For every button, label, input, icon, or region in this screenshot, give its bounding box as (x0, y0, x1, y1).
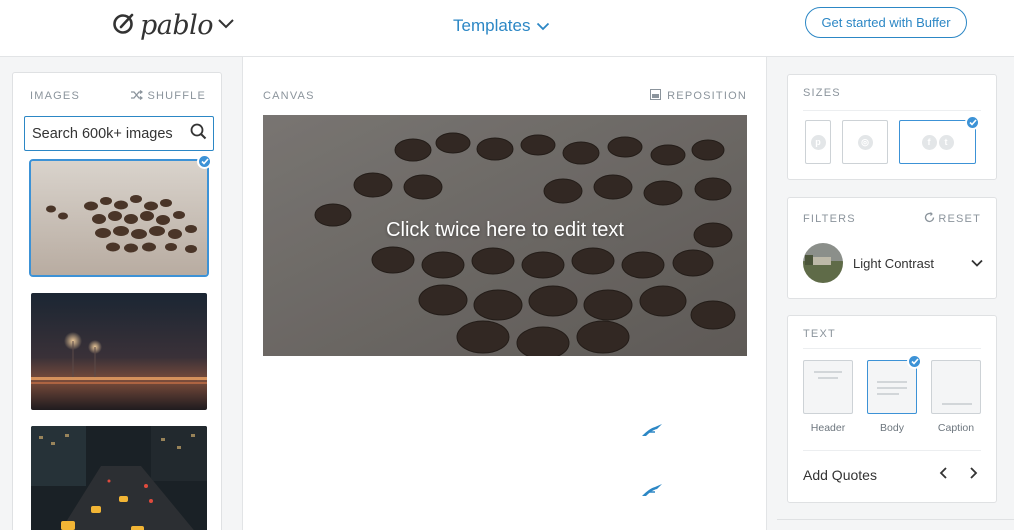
text-style-header[interactable] (803, 360, 853, 414)
canvas-panel: CANVAS REPOSITION Click twice here to ed… (242, 57, 767, 530)
selected-check-icon (965, 115, 980, 130)
bottom-divider (777, 519, 1014, 520)
image-thumbnail-city-traffic[interactable] (31, 426, 207, 530)
text-style-body[interactable] (867, 360, 917, 414)
divider (803, 450, 981, 451)
text-title: TEXT (803, 328, 836, 340)
pablo-logo-icon (112, 11, 136, 40)
size-option-facebook-twitter[interactable]: f t (899, 120, 976, 164)
pinterest-icon: p (810, 134, 826, 150)
divider (803, 348, 981, 349)
body-line (877, 387, 907, 389)
filter-select[interactable]: Light Contrast (803, 243, 983, 283)
shuffle-button[interactable]: SHUFFLE (131, 87, 206, 105)
text-style-body-label: Body (880, 422, 904, 434)
chevron-down-icon (971, 254, 983, 272)
image-thumbnail-coffee[interactable] (29, 159, 209, 277)
text-panel: TEXT Header Body Caption Add Quotes (787, 315, 997, 503)
instagram-icon: ◎ (857, 134, 873, 150)
logo-text: pablo (140, 10, 214, 41)
divider (803, 110, 981, 111)
canvas-text-overlay[interactable]: Click twice here to edit text (263, 219, 747, 242)
reposition-icon (650, 87, 662, 105)
header-line (818, 377, 838, 379)
reset-label: RESET (938, 213, 981, 225)
reposition-button[interactable]: REPOSITION (650, 87, 747, 105)
design-canvas[interactable]: Click twice here to edit text (263, 115, 747, 356)
chevron-right-icon[interactable] (968, 466, 978, 485)
reset-icon (924, 210, 935, 228)
image-thumbnail-night-road[interactable] (31, 293, 207, 410)
images-panel: IMAGES SHUFFLE (12, 72, 222, 530)
templates-label: Templates (453, 16, 531, 35)
pablo-logo[interactable]: pablo (112, 10, 235, 41)
bird-icon[interactable] (641, 423, 663, 442)
chevron-left-icon[interactable] (939, 466, 949, 485)
facebook-icon: f (921, 134, 937, 150)
add-quotes-label[interactable]: Add Quotes (803, 467, 877, 483)
top-bar: pablo Templates Get started with Buffer (0, 0, 1014, 57)
body-line (877, 393, 899, 395)
images-title: IMAGES (30, 90, 80, 102)
chevron-down-icon (536, 16, 550, 36)
bird-icon[interactable] (641, 483, 663, 502)
size-option-instagram[interactable]: ◎ (842, 120, 888, 164)
text-style-caption-label: Caption (937, 422, 975, 434)
body-line (877, 381, 907, 383)
header-line (814, 371, 842, 373)
filters-title: FILTERS (803, 213, 856, 225)
reset-filter-button[interactable]: RESET (924, 210, 981, 228)
twitter-icon: t (938, 134, 954, 150)
caption-line (942, 403, 972, 405)
get-started-button[interactable]: Get started with Buffer (805, 7, 967, 38)
shuffle-icon (131, 87, 144, 105)
image-search-box[interactable] (24, 116, 214, 151)
templates-dropdown[interactable]: Templates (453, 16, 550, 36)
filter-name: Light Contrast (853, 255, 934, 271)
sizes-panel: SIZES p ◎ f t (787, 74, 997, 180)
canvas-title: CANVAS (263, 90, 315, 102)
text-style-header-label: Header (810, 422, 846, 434)
text-style-caption[interactable] (931, 360, 981, 414)
chevron-down-icon (217, 17, 235, 35)
selected-check-icon (197, 154, 212, 169)
sizes-title: SIZES (803, 87, 841, 99)
filter-preview (803, 243, 843, 283)
selected-check-icon (907, 354, 922, 369)
search-icon[interactable] (190, 123, 207, 145)
size-option-pinterest[interactable]: p (805, 120, 831, 164)
reposition-label: REPOSITION (667, 90, 747, 102)
filters-panel: FILTERS RESET Light Contrast (787, 197, 997, 299)
image-search-input[interactable] (32, 125, 182, 142)
shuffle-label: SHUFFLE (147, 90, 206, 102)
